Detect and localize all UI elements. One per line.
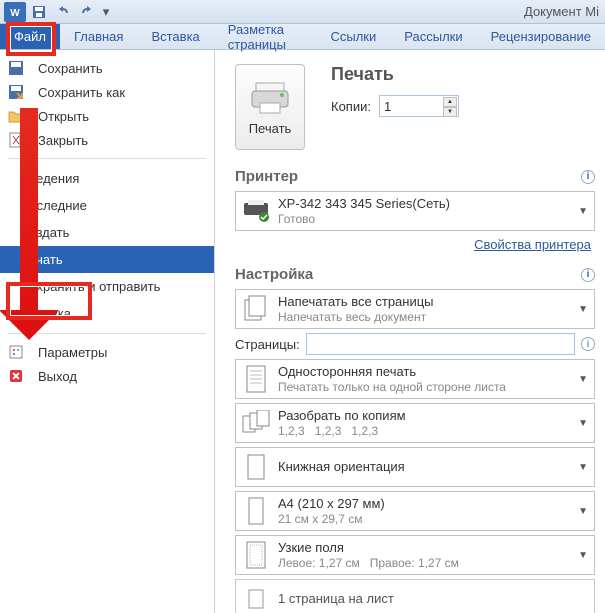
chevron-down-icon: ▼ (578, 374, 588, 385)
print-button[interactable]: Печать (235, 64, 305, 150)
printer-properties-link[interactable]: Свойства принтера (235, 237, 591, 252)
sidebar-item-exit[interactable]: Выход (0, 364, 214, 388)
sides-selector[interactable]: Односторонняя печать Печатать только на … (235, 359, 595, 399)
sidebar-item-open[interactable]: Открыть (0, 104, 214, 128)
open-folder-icon (8, 108, 24, 124)
settings-heading: Настройка (235, 266, 313, 283)
sidebar-cat-info[interactable]: Сведения (0, 165, 214, 192)
collate-icon (242, 408, 270, 438)
tab-insert[interactable]: Вставка (137, 24, 213, 49)
info-icon[interactable]: i (581, 337, 595, 351)
options-icon (8, 344, 24, 360)
sidebar-item-options[interactable]: Параметры (0, 340, 214, 364)
info-icon[interactable]: i (581, 170, 595, 184)
sidebar-cat-new[interactable]: Создать (0, 219, 214, 246)
portrait-icon (242, 452, 270, 482)
save-icon (8, 60, 24, 76)
ribbon-tabs: Файл Главная Вставка Разметка страницы С… (0, 24, 605, 50)
chevron-down-icon: ▼ (578, 418, 588, 429)
pages-input[interactable] (306, 333, 575, 355)
title-bar: W ▾ Документ Mi (0, 0, 605, 24)
sidebar-cat-save-send[interactable]: Сохранить и отправить (0, 273, 214, 300)
printer-icon (250, 79, 290, 115)
info-icon[interactable]: i (581, 268, 595, 282)
printer-selector[interactable]: XP-342 343 345 Series(Сеть) Готово ▼ (235, 191, 595, 231)
backstage-sidebar: Сохранить Сохранить как Открыть Закрыть … (0, 50, 215, 613)
printer-heading: Принтер (235, 168, 298, 185)
tab-references[interactable]: Ссылки (316, 24, 390, 49)
tab-mailings[interactable]: Рассылки (390, 24, 476, 49)
spin-up-icon[interactable]: ▲ (443, 97, 457, 107)
page-size-icon (242, 496, 270, 526)
margins-selector[interactable]: Узкие поля Левое: 1,27 см Правое: 1,27 с… (235, 535, 595, 575)
sidebar-item-save[interactable]: Сохранить (0, 56, 214, 80)
margins-icon (242, 540, 270, 570)
printer-icon (242, 196, 270, 226)
spin-down-icon[interactable]: ▼ (443, 107, 457, 117)
one-side-icon (242, 364, 270, 394)
pages-icon (242, 294, 270, 324)
print-range-selector[interactable]: Напечатать все страницы Напечатать весь … (235, 289, 595, 329)
orientation-selector[interactable]: Книжная ориентация ▼ (235, 447, 595, 487)
tab-file[interactable]: Файл (0, 24, 60, 49)
tab-home[interactable]: Главная (60, 24, 137, 49)
print-panel: Печать Печать Копии: 1 ▲ ▼ Принтер (215, 50, 605, 613)
save-icon[interactable] (28, 2, 50, 22)
chevron-down-icon: ▼ (578, 206, 588, 217)
copies-input[interactable]: 1 ▲ ▼ (379, 95, 459, 117)
svg-text:W: W (10, 8, 20, 19)
undo-icon[interactable] (52, 2, 74, 22)
paper-size-selector[interactable]: A4 (210 x 297 мм) 21 см x 29,7 см ▼ (235, 491, 595, 531)
copies-label: Копии: (331, 99, 371, 114)
chevron-down-icon: ▼ (578, 304, 588, 315)
sidebar-cat-print[interactable]: Печать (0, 246, 214, 273)
close-doc-icon (8, 132, 24, 148)
tab-page-layout[interactable]: Разметка страницы (214, 24, 317, 49)
pages-per-sheet-selector[interactable]: 1 страница на лист (235, 579, 595, 613)
redo-icon[interactable] (76, 2, 98, 22)
one-page-icon (242, 584, 270, 613)
chevron-down-icon: ▼ (578, 550, 588, 561)
qat-customize-icon[interactable]: ▾ (100, 2, 112, 22)
print-heading: Печать (331, 64, 459, 85)
sidebar-item-save-as[interactable]: Сохранить как (0, 80, 214, 104)
chevron-down-icon: ▼ (578, 462, 588, 473)
quick-access-toolbar: W ▾ (4, 2, 112, 22)
save-as-icon (8, 84, 24, 100)
chevron-down-icon: ▼ (578, 506, 588, 517)
pages-label: Страницы: (235, 337, 300, 352)
sidebar-cat-help[interactable]: Справка (0, 300, 214, 327)
sidebar-item-close[interactable]: Закрыть (0, 128, 214, 152)
sidebar-cat-recent[interactable]: Последние (0, 192, 214, 219)
document-title: Документ Mi (524, 4, 599, 19)
collate-selector[interactable]: Разобрать по копиям 1,2,3 1,2,3 1,2,3 ▼ (235, 403, 595, 443)
tab-review[interactable]: Рецензирование (477, 24, 605, 49)
exit-icon (8, 368, 24, 384)
word-app-icon[interactable]: W (4, 2, 26, 22)
